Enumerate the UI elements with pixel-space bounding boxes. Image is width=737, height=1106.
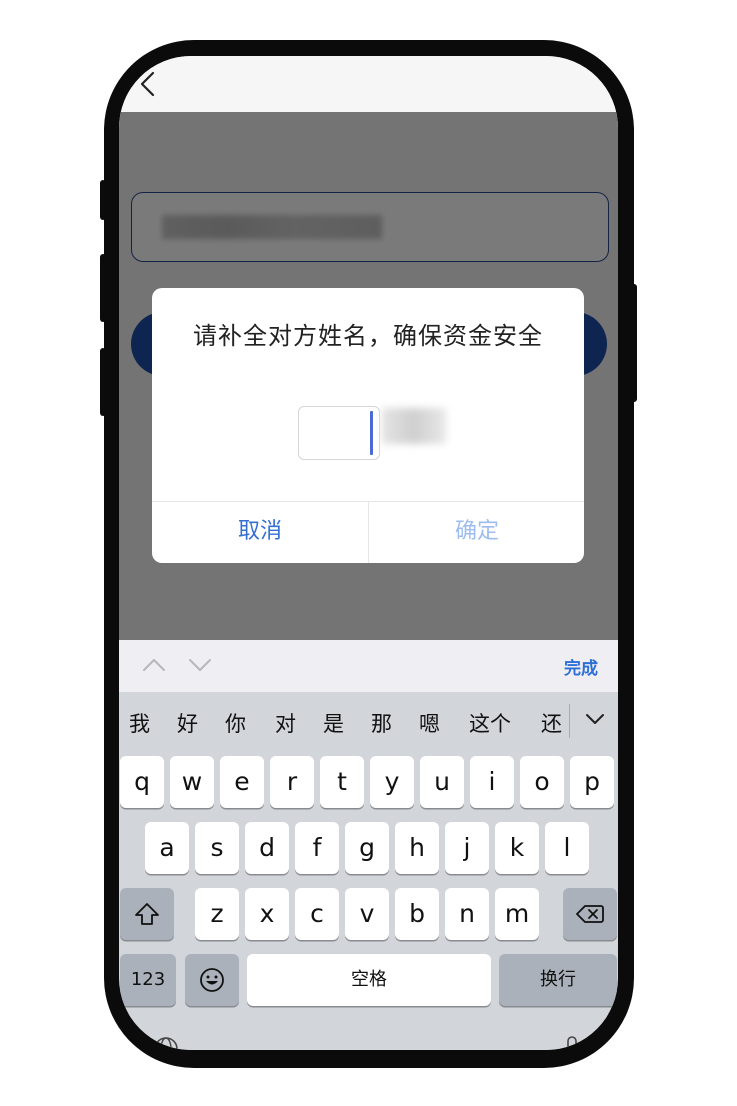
candidate-item[interactable]: 那 [371,708,392,738]
candidate-item[interactable]: 还 [541,708,562,738]
key-o[interactable]: o [520,756,564,808]
screen: 请补全对方姓名，确保资金安全 取消 确定 完成 我 好 你 对 是 那 嗯 这个 [119,56,618,1050]
chevron-up-icon[interactable] [141,656,167,674]
modal-overlay: 请补全对方姓名，确保资金安全 取消 确定 [119,112,618,640]
chevron-down-icon[interactable] [584,710,606,728]
keyboard-toolbar: 完成 [119,640,618,692]
return-key[interactable]: 换行 [499,954,617,1006]
volume-up-button [100,254,106,322]
key-l[interactable]: l [545,822,589,874]
candidate-item[interactable]: 嗯 [419,708,440,738]
key-n[interactable]: n [445,888,489,940]
volume-down-button [100,348,106,416]
cancel-button[interactable]: 取消 [152,501,368,563]
key-u[interactable]: u [420,756,464,808]
candidate-divider [569,704,570,738]
space-key[interactable]: 空格 [247,954,491,1006]
shift-key[interactable] [120,888,174,940]
key-z[interactable]: z [195,888,239,940]
emoji-icon [200,968,224,992]
emoji-key[interactable] [185,954,239,1006]
masked-given-name [382,408,446,444]
key-m[interactable]: m [495,888,539,940]
key-e[interactable]: e [220,756,264,808]
key-w[interactable]: w [170,756,214,808]
power-button [631,284,637,402]
key-b[interactable]: b [395,888,439,940]
done-button[interactable]: 完成 [564,654,598,679]
globe-icon[interactable] [153,1036,179,1050]
surname-input[interactable] [298,406,380,460]
chevron-down-icon[interactable] [187,656,213,674]
confirm-button[interactable]: 确定 [369,501,584,563]
key-r[interactable]: r [270,756,314,808]
backspace-icon [576,905,604,923]
candidate-item[interactable]: 是 [323,708,344,738]
key-v[interactable]: v [345,888,389,940]
key-q[interactable]: q [120,756,164,808]
key-h[interactable]: h [395,822,439,874]
silent-switch [100,180,106,220]
key-t[interactable]: t [320,756,364,808]
key-s[interactable]: s [195,822,239,874]
dialog-title: 请补全对方姓名，确保资金安全 [193,322,543,350]
key-y[interactable]: y [370,756,414,808]
candidate-bar: 我 好 你 对 是 那 嗯 这个 还 [119,692,618,752]
candidate-item[interactable]: 好 [177,708,198,738]
candidate-item[interactable]: 你 [225,708,246,738]
key-f[interactable]: f [295,822,339,874]
name-verification-dialog: 请补全对方姓名，确保资金安全 取消 确定 [152,288,584,563]
key-p[interactable]: p [570,756,614,808]
key-d[interactable]: d [245,822,289,874]
key-j[interactable]: j [445,822,489,874]
key-a[interactable]: a [145,822,189,874]
key-x[interactable]: x [245,888,289,940]
key-k[interactable]: k [495,822,539,874]
delete-key[interactable] [563,888,617,940]
candidate-item[interactable]: 对 [275,708,296,738]
chevron-left-icon[interactable] [137,70,159,98]
key-i[interactable]: i [470,756,514,808]
keyboard-bottom-bar [119,1014,618,1050]
candidate-item[interactable]: 这个 [469,708,511,738]
microphone-icon[interactable] [565,1036,579,1050]
candidate-item[interactable]: 我 [129,708,150,738]
shift-icon [135,903,159,925]
text-caret [370,411,373,455]
key-c[interactable]: c [295,888,339,940]
numbers-key[interactable]: 123 [120,954,176,1006]
key-g[interactable]: g [345,822,389,874]
navigation-bar [119,56,618,112]
